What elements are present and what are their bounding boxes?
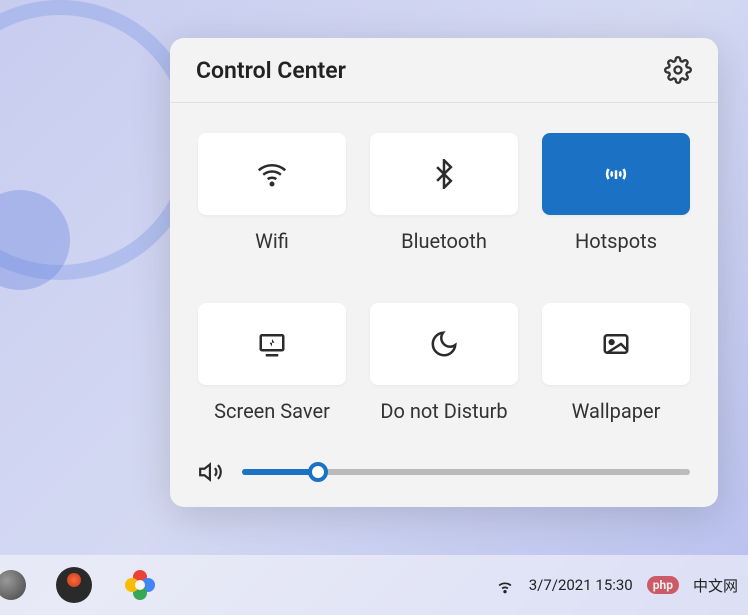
hotspot-icon [601, 159, 631, 189]
bluetooth-label: Bluetooth [401, 229, 487, 253]
moon-icon [429, 329, 459, 359]
volume-icon[interactable] [198, 459, 224, 485]
wifi-label: Wifi [255, 229, 289, 253]
wallpaper-label: Wallpaper [572, 399, 661, 423]
music-app-icon[interactable] [56, 567, 92, 603]
control-center-header: Control Center [170, 38, 718, 103]
screensaver-tile[interactable]: Screen Saver [198, 303, 346, 423]
screensaver-label: Screen Saver [214, 399, 330, 423]
taskbar: 3/7/2021 15:30 php 中文网 [0, 555, 748, 615]
photos-app-icon[interactable] [122, 567, 158, 603]
tile-grid: Wifi Bluetooth Hotspots [198, 133, 690, 423]
php-badge: php [647, 576, 679, 594]
control-center-body: Wifi Bluetooth Hotspots [170, 103, 718, 507]
image-icon [601, 329, 631, 359]
wallpaper-tile[interactable]: Wallpaper [542, 303, 690, 423]
wifi-tile[interactable]: Wifi [198, 133, 346, 253]
tray-lang[interactable]: 中文网 [693, 575, 738, 596]
tray-datetime[interactable]: 3/7/2021 15:30 [529, 576, 633, 594]
app-icon-1[interactable] [0, 570, 26, 600]
volume-row [198, 459, 690, 485]
control-center-panel: Control Center Wifi [170, 38, 718, 507]
wifi-icon [257, 159, 287, 189]
volume-fill [242, 469, 318, 475]
panel-title: Control Center [196, 57, 346, 84]
dnd-tile[interactable]: Do not Disturb [370, 303, 518, 423]
tray-wifi-icon[interactable] [495, 575, 515, 595]
volume-thumb[interactable] [308, 462, 328, 482]
screensaver-icon [257, 329, 287, 359]
bluetooth-icon [429, 159, 459, 189]
taskbar-right: 3/7/2021 15:30 php 中文网 [495, 575, 738, 596]
bluetooth-tile[interactable]: Bluetooth [370, 133, 518, 253]
taskbar-left [10, 567, 158, 603]
volume-slider[interactable] [242, 469, 690, 475]
settings-icon[interactable] [664, 56, 692, 84]
hotspots-label: Hotspots [575, 229, 657, 253]
dnd-label: Do not Disturb [380, 399, 507, 423]
hotspots-tile[interactable]: Hotspots [542, 133, 690, 253]
